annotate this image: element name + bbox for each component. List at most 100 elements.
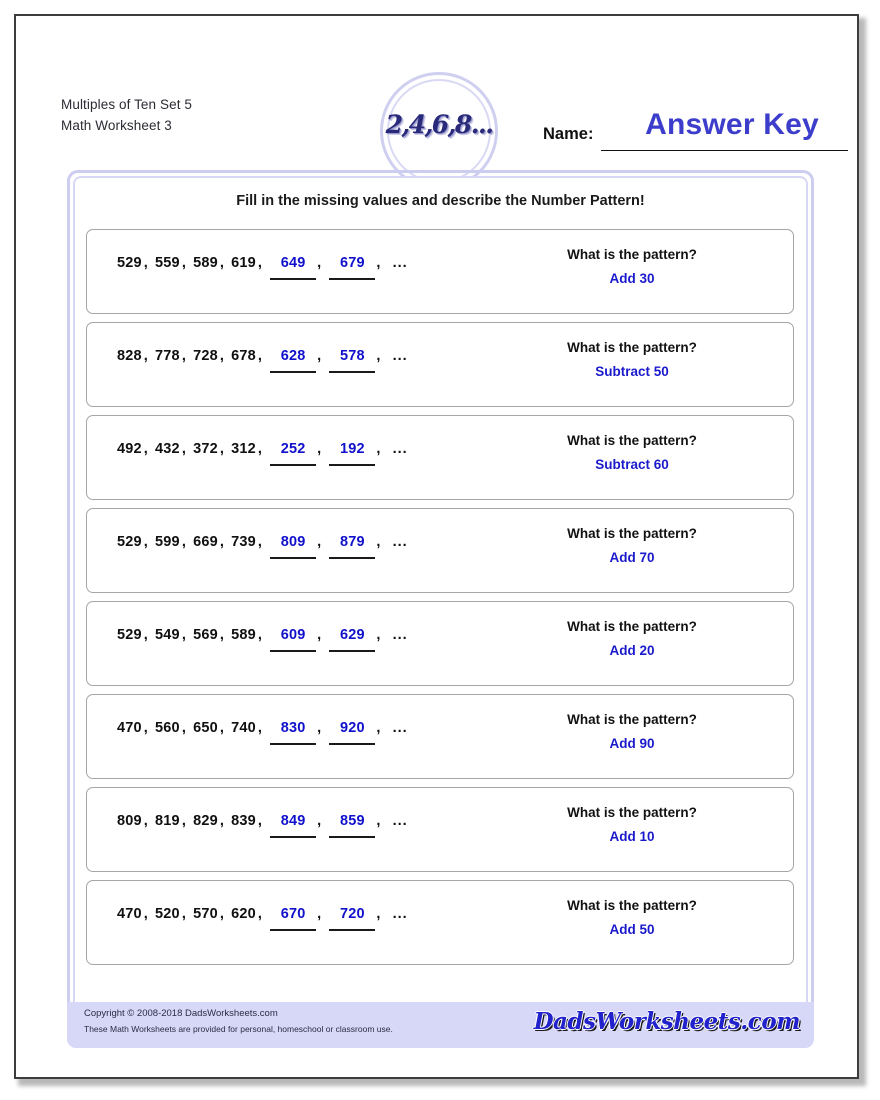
logo-text: 2,4,6,8...: [385, 110, 494, 139]
number-sequence: 809, 819, 829, 839, 849, 859,...: [117, 813, 408, 838]
sequence-number: 520: [155, 906, 180, 922]
sequence-comma: ,: [219, 441, 225, 457]
pattern-answer[interactable]: Add 90: [507, 734, 757, 753]
sequence-comma: ,: [317, 627, 322, 643]
sequence-comma: ,: [317, 348, 322, 364]
sequence-comma: ,: [376, 813, 381, 829]
instructions-text: Fill in the missing values and describe …: [236, 193, 645, 209]
sequence-comma: ,: [143, 813, 149, 829]
sequence-number: 728: [193, 348, 218, 364]
pattern-answer[interactable]: Add 20: [507, 641, 757, 660]
answer-blank[interactable]: 628: [270, 348, 317, 373]
pattern-question-column: What is the pattern? Subtract 60: [507, 431, 757, 474]
sequence-ellipsis: ...: [392, 627, 408, 643]
sequence-comma: ,: [317, 813, 322, 829]
answer-blank[interactable]: 809: [270, 534, 317, 559]
pattern-answer[interactable]: Add 30: [507, 269, 757, 288]
sequence-number: 529: [117, 534, 142, 550]
pattern-question-column: What is the pattern? Subtract 50: [507, 338, 757, 381]
sequence-number: 619: [231, 255, 256, 271]
problem-box: 529, 549, 569, 589, 609, 629,... What is the p…: [86, 601, 794, 686]
pattern-question-label: What is the pattern?: [567, 526, 697, 541]
name-label: Name:: [543, 125, 594, 143]
sequence-number: 819: [155, 813, 180, 829]
sequence-number: 372: [193, 441, 218, 457]
sequence-comma: ,: [317, 906, 322, 922]
problem-box: 529, 599, 669, 739, 809, 879,... What is the p…: [86, 508, 794, 593]
sequence-comma: ,: [257, 255, 263, 271]
sequence-number: 828: [117, 348, 142, 364]
sequence-comma: ,: [376, 348, 381, 364]
sequence-number: 778: [155, 348, 180, 364]
answer-blank[interactable]: 192: [329, 441, 376, 466]
dadsworksheets-logo: DadsWorksheets.com: [533, 1008, 801, 1035]
pattern-question-column: What is the pattern? Add 10: [507, 803, 757, 846]
copyright-text: Copyright © 2008-2018 DadsWorksheets.com: [84, 1008, 278, 1019]
sequence-ellipsis: ...: [392, 255, 408, 271]
sequence-comma: ,: [317, 255, 322, 271]
sequence-number: 570: [193, 906, 218, 922]
name-input-line[interactable]: [601, 150, 848, 151]
pattern-answer[interactable]: Add 10: [507, 827, 757, 846]
answer-blank[interactable]: 920: [329, 720, 376, 745]
pattern-answer[interactable]: Subtract 60: [507, 455, 757, 474]
sequence-comma: ,: [376, 534, 381, 550]
sequence-comma: ,: [181, 813, 187, 829]
number-sequence: 529, 549, 569, 589, 609, 629,...: [117, 627, 408, 652]
sequence-comma: ,: [143, 627, 149, 643]
problem-box: 492, 432, 372, 312, 252, 192,... What is the p…: [86, 415, 794, 500]
answer-blank[interactable]: 609: [270, 627, 317, 652]
pattern-question-column: What is the pattern? Add 50: [507, 896, 757, 939]
sequence-number: 470: [117, 906, 142, 922]
answer-blank[interactable]: 859: [329, 813, 376, 838]
sequence-comma: ,: [257, 627, 263, 643]
worksheet-title-line2: Math Worksheet 3: [61, 118, 172, 133]
answer-key-stamp: Answer Key: [645, 108, 819, 141]
sequence-comma: ,: [257, 534, 263, 550]
answer-blank[interactable]: 252: [270, 441, 317, 466]
answer-blank[interactable]: 830: [270, 720, 317, 745]
sequence-comma: ,: [219, 906, 225, 922]
number-sequence: 529, 559, 589, 619, 649, 679,...: [117, 255, 408, 280]
sequence-number: 589: [231, 627, 256, 643]
number-sequence: 492, 432, 372, 312, 252, 192,...: [117, 441, 408, 466]
answer-blank[interactable]: 670: [270, 906, 317, 931]
pattern-answer[interactable]: Subtract 50: [507, 362, 757, 381]
pattern-question-label: What is the pattern?: [567, 619, 697, 634]
sequence-ellipsis: ...: [392, 534, 408, 550]
sequence-comma: ,: [376, 720, 381, 736]
pattern-answer[interactable]: Add 50: [507, 920, 757, 939]
answer-blank[interactable]: 879: [329, 534, 376, 559]
sequence-number: 809: [117, 813, 142, 829]
answer-blank[interactable]: 849: [270, 813, 317, 838]
sequence-number: 432: [155, 441, 180, 457]
worksheet-title: Multiples of Ten Set 5 Math Worksheet 3: [61, 94, 192, 136]
answer-blank[interactable]: 720: [329, 906, 376, 931]
sequence-comma: ,: [257, 441, 263, 457]
problem-box: 470, 560, 650, 740, 830, 920,... What is the p…: [86, 694, 794, 779]
sequence-number: 839: [231, 813, 256, 829]
answer-blank[interactable]: 629: [329, 627, 376, 652]
sequence-number: 620: [231, 906, 256, 922]
sequence-comma: ,: [376, 255, 381, 271]
sequence-comma: ,: [181, 348, 187, 364]
sequence-comma: ,: [317, 441, 322, 457]
pattern-answer[interactable]: Add 70: [507, 548, 757, 567]
number-sequence: 529, 599, 669, 739, 809, 879,...: [117, 534, 408, 559]
answer-blank[interactable]: 578: [329, 348, 376, 373]
sequence-comma: ,: [376, 441, 381, 457]
sequence-comma: ,: [143, 441, 149, 457]
pattern-question-column: What is the pattern? Add 30: [507, 245, 757, 288]
answer-blank[interactable]: 679: [329, 255, 376, 280]
sequence-comma: ,: [376, 906, 381, 922]
sequence-number: 492: [117, 441, 142, 457]
sequence-number: 470: [117, 720, 142, 736]
sequence-number: 589: [193, 255, 218, 271]
pattern-question-label: What is the pattern?: [567, 712, 697, 727]
sequence-ellipsis: ...: [392, 813, 408, 829]
sequence-comma: ,: [219, 348, 225, 364]
pattern-question-label: What is the pattern?: [567, 898, 697, 913]
worksheet-title-line1: Multiples of Ten Set 5: [61, 97, 193, 112]
answer-blank[interactable]: 649: [270, 255, 317, 280]
sequence-number: 529: [117, 255, 142, 271]
